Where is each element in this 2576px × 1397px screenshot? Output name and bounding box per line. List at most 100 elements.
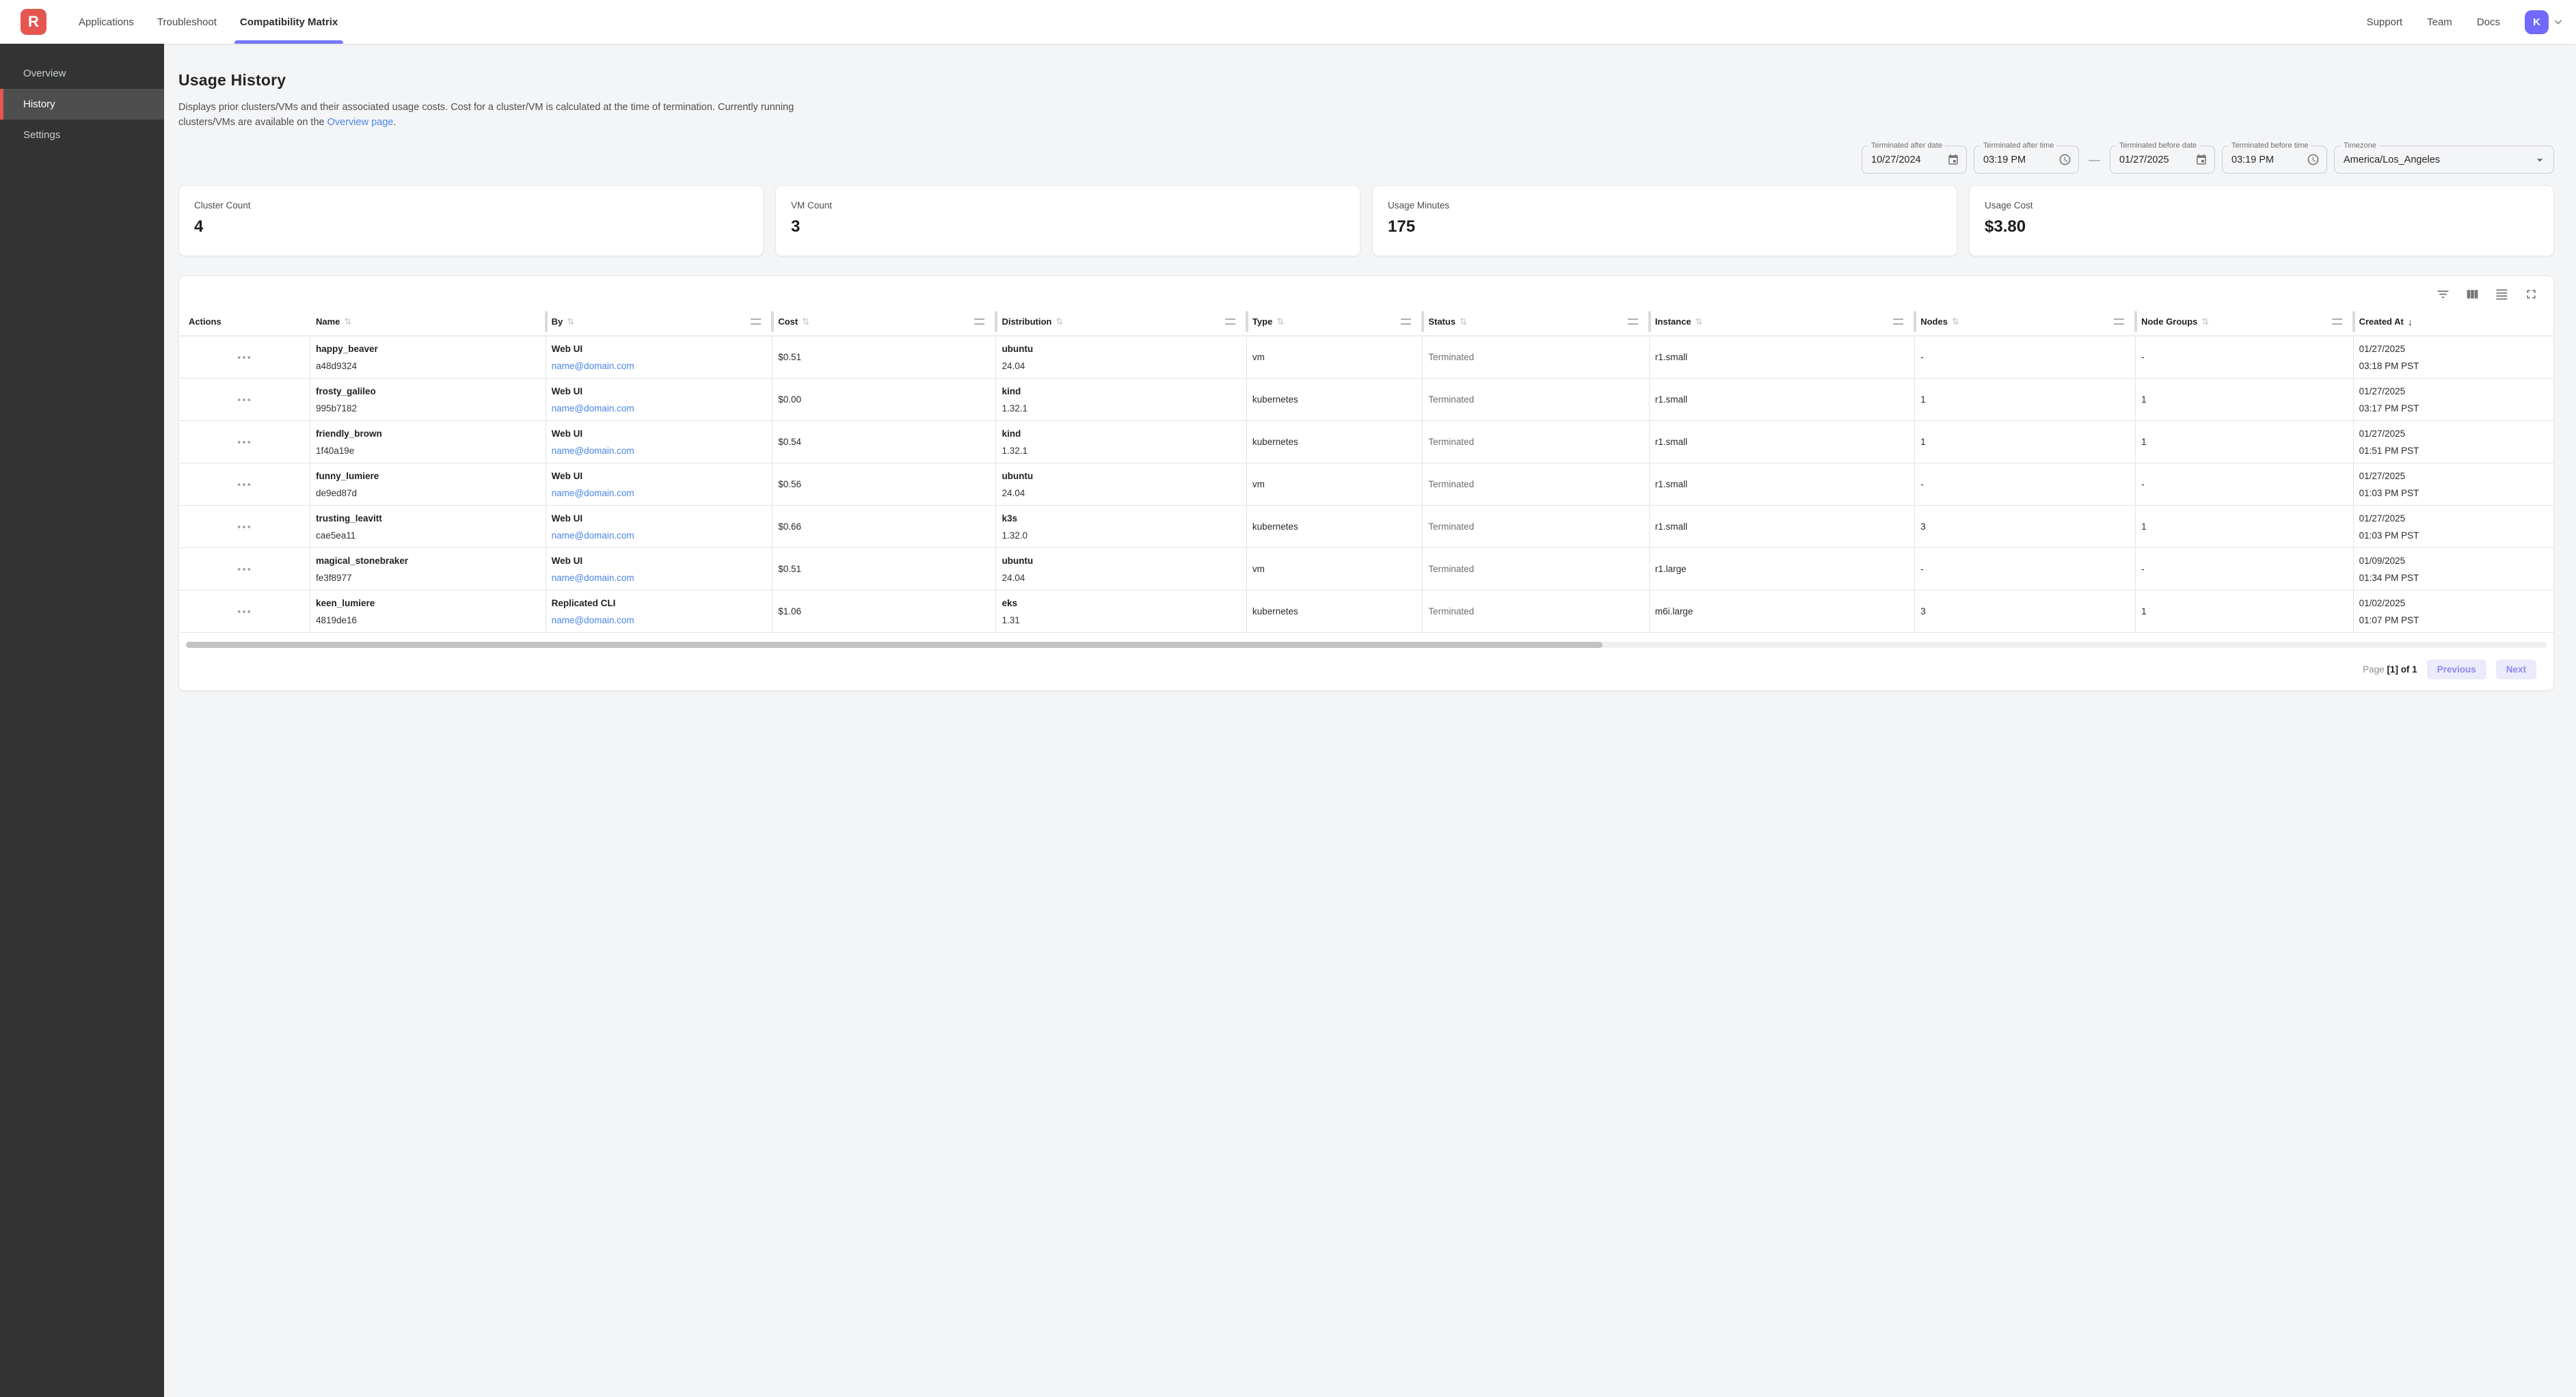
drag-handle-icon[interactable] [1225, 318, 1235, 325]
column-header-name[interactable]: Name⇅ [310, 308, 546, 336]
row-actions-button[interactable] [179, 336, 310, 379]
avatar[interactable]: K [2525, 10, 2549, 34]
cell-cost: $0.00 [773, 379, 996, 421]
calendar-icon[interactable] [1947, 154, 1959, 166]
table-row: frosty_galileo995b7182 Web UIname@domain… [179, 379, 2553, 421]
drag-handle-icon[interactable] [1628, 318, 1638, 325]
sort-icon[interactable]: ⇅ [802, 316, 809, 327]
page-description: Displays prior clusters/VMs and their as… [178, 100, 2554, 130]
email-link[interactable]: name@domain.com [552, 403, 767, 413]
brand-logo[interactable]: R [21, 9, 46, 35]
row-actions-button[interactable] [179, 421, 310, 463]
cell-status: Terminated [1423, 506, 1650, 548]
cell-node-groups: 1 [2136, 421, 2354, 463]
drag-handle-icon[interactable] [751, 318, 761, 325]
previous-page-button[interactable]: Previous [2427, 660, 2486, 679]
sort-icon[interactable]: ⇅ [1695, 316, 1703, 327]
sort-icon[interactable]: ⇅ [1460, 316, 1467, 327]
nav-tab-applications[interactable]: Applications [67, 0, 146, 44]
user-menu[interactable]: K [2525, 10, 2565, 34]
show-hide-columns-icon[interactable] [2465, 287, 2480, 301]
stat-value: 3 [791, 217, 1360, 236]
column-header-node-groups[interactable]: Node Groups⇅ [2136, 308, 2354, 336]
filter-icon[interactable] [2436, 287, 2450, 301]
column-header-nodes[interactable]: Nodes⇅ [1915, 308, 2136, 336]
stat-card-usage-minutes: Usage Minutes 175 [1372, 185, 1957, 256]
sidebar-item-overview[interactable]: Overview [0, 58, 164, 89]
stat-value: $3.80 [1985, 217, 2553, 236]
column-header-type[interactable]: Type⇅ [1247, 308, 1423, 336]
table-row: funny_lumierede9ed87d Web UIname@domain.… [179, 463, 2553, 506]
cell-instance: r1.large [1650, 548, 1915, 591]
cell-distribution: kind1.32.1 [996, 379, 1246, 421]
nav-link-team[interactable]: Team [2427, 16, 2452, 28]
dropdown-arrow-icon[interactable] [2533, 153, 2547, 167]
density-icon[interactable] [2495, 287, 2509, 301]
email-link[interactable]: name@domain.com [552, 446, 767, 456]
sort-icon[interactable]: ⇅ [2201, 316, 2209, 327]
nav-tab-troubleshoot[interactable]: Troubleshoot [146, 0, 228, 44]
horizontal-scrollbar-thumb[interactable] [186, 642, 1602, 648]
email-link[interactable]: name@domain.com [552, 615, 767, 625]
drag-handle-icon[interactable] [2114, 318, 2124, 325]
chevron-down-icon[interactable] [2551, 15, 2565, 29]
cell-cost: $0.51 [773, 336, 996, 379]
row-actions-button[interactable] [179, 463, 310, 506]
sort-icon[interactable]: ⇅ [344, 316, 351, 327]
sort-desc-icon[interactable]: ↓ [2408, 316, 2413, 327]
cell-nodes: 3 [1915, 506, 2136, 548]
sidebar-item-settings[interactable]: Settings [0, 120, 164, 150]
cell-created-at: 01/09/202501:34 PM PST [2354, 548, 2553, 591]
terminated-before-time-field[interactable]: Terminated before time 03:19 PM [2222, 146, 2327, 174]
cell-status: Terminated [1423, 591, 1650, 633]
column-header-cost[interactable]: Cost⇅ [773, 308, 996, 336]
clock-icon[interactable] [2058, 153, 2071, 166]
row-actions-button[interactable] [179, 506, 310, 548]
drag-handle-icon[interactable] [1401, 318, 1411, 325]
sort-icon[interactable]: ⇅ [567, 316, 574, 327]
table-toolbar [179, 276, 2553, 308]
sort-icon[interactable]: ⇅ [1056, 316, 1063, 327]
column-header-created-at[interactable]: Created At↓ [2354, 308, 2553, 336]
drag-handle-icon[interactable] [974, 318, 984, 325]
email-link[interactable]: name@domain.com [552, 361, 767, 371]
email-link[interactable]: name@domain.com [552, 573, 767, 583]
row-actions-button[interactable] [179, 379, 310, 421]
sidebar-item-history[interactable]: History [0, 89, 164, 120]
description-line2: clusters/VMs are available on the [178, 117, 327, 128]
column-header-instance[interactable]: Instance⇅ [1650, 308, 1915, 336]
email-link[interactable]: name@domain.com [552, 488, 767, 498]
cell-cost: $0.56 [773, 463, 996, 506]
column-header-distribution[interactable]: Distribution⇅ [996, 308, 1246, 336]
cell-nodes: 1 [1915, 379, 2136, 421]
sort-icon[interactable]: ⇅ [1952, 316, 1959, 327]
terminated-before-date-field[interactable]: Terminated before date 01/27/2025 [2110, 146, 2215, 174]
calendar-icon[interactable] [2195, 154, 2208, 166]
clock-icon[interactable] [2307, 153, 2320, 166]
column-header-by[interactable]: By⇅ [546, 308, 773, 336]
nav-link-docs[interactable]: Docs [2477, 16, 2500, 28]
cell-created-at: 01/27/202501:03 PM PST [2354, 463, 2553, 506]
row-actions-button[interactable] [179, 548, 310, 591]
cell-created-at: 01/27/202501:51 PM PST [2354, 421, 2553, 463]
overview-page-link[interactable]: Overview page [327, 117, 394, 128]
horizontal-scrollbar[interactable] [186, 642, 2547, 648]
cell-instance: m6i.large [1650, 591, 1915, 633]
nav-link-support[interactable]: Support [2367, 16, 2403, 28]
nav-tab-compatibility-matrix[interactable]: Compatibility Matrix [228, 0, 349, 44]
email-link[interactable]: name@domain.com [552, 530, 767, 541]
row-actions-button[interactable] [179, 591, 310, 633]
terminated-after-date-field[interactable]: Terminated after date 10/27/2024 [1862, 146, 1967, 174]
timezone-select[interactable]: Timezone America/Los_Angeles [2334, 146, 2554, 174]
column-header-status[interactable]: Status⇅ [1423, 308, 1650, 336]
terminated-after-time-field[interactable]: Terminated after time 03:19 PM [1974, 146, 2079, 174]
sort-icon[interactable]: ⇅ [1276, 316, 1284, 327]
fullscreen-icon[interactable] [2524, 287, 2538, 301]
drag-handle-icon[interactable] [2332, 318, 2342, 325]
top-nav: R Applications Troubleshoot Compatibilit… [0, 0, 2576, 44]
drag-handle-icon[interactable] [1893, 318, 1903, 325]
cell-status: Terminated [1423, 379, 1650, 421]
next-page-button[interactable]: Next [2496, 660, 2536, 679]
cell-instance: r1.small [1650, 463, 1915, 506]
table-scroll-area[interactable]: Actions Name⇅ By⇅ Cost⇅ Distribution⇅ Ty… [179, 308, 2553, 633]
